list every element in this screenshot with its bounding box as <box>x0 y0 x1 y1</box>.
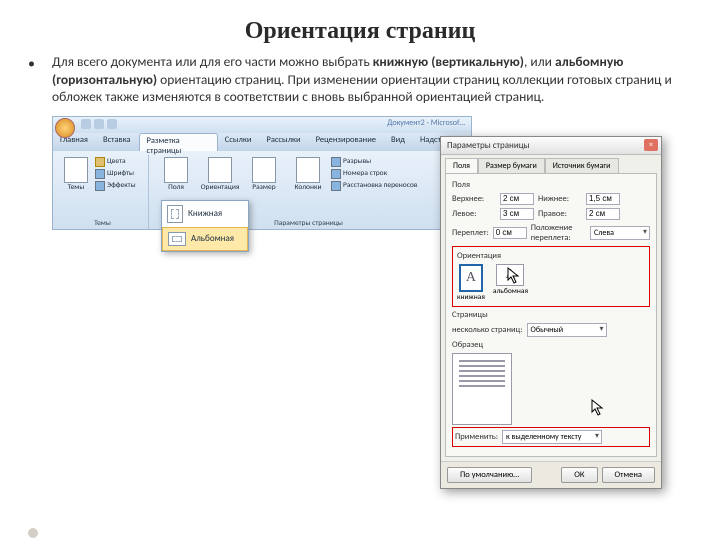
gutter-label: Переплет: <box>452 228 489 238</box>
right-input[interactable] <box>586 208 620 220</box>
dropdown-item-label: Книжная <box>188 208 222 219</box>
tab-references[interactable]: Ссылки <box>218 133 260 151</box>
embedded-screenshot: Документ2 - Microsof… Главная Вставка Ра… <box>52 116 662 456</box>
gutter-pos-select[interactable]: Слева <box>590 226 650 240</box>
dialog-tab-margins[interactable]: Поля <box>445 158 478 173</box>
top-input[interactable] <box>500 193 534 205</box>
tab-mailings[interactable]: Рассылки <box>259 133 308 151</box>
preview-title: Образец <box>452 340 650 350</box>
left-input[interactable] <box>500 208 534 220</box>
margins-label: Поля <box>168 184 184 192</box>
effects-button[interactable]: Эффекты <box>95 181 136 191</box>
size-icon <box>252 157 276 183</box>
gutter-pos-label: Положение переплета: <box>531 223 586 243</box>
word-ribbon: Документ2 - Microsof… Главная Вставка Ра… <box>52 116 472 230</box>
window-title-bar: Документ2 - Microsof… <box>53 117 471 133</box>
orientation-portrait-option[interactable]: A книжная <box>457 264 485 302</box>
margins-section-title: Поля <box>452 180 650 190</box>
margins-icon <box>164 157 188 183</box>
quick-access-toolbar[interactable] <box>81 119 117 129</box>
office-button[interactable] <box>55 118 75 138</box>
orientation-section: Ориентация A книжная A альбомная <box>452 246 650 307</box>
dialog-title-bar: Параметры страницы × <box>441 137 661 155</box>
hyphenation-button[interactable]: Расстановка переносов <box>331 181 417 191</box>
apply-to-label: Применить: <box>455 432 498 442</box>
dialog-tabs: Поля Размер бумаги Источник бумаги <box>441 155 661 173</box>
multi-pages-label: несколько страниц: <box>452 325 523 335</box>
orientation-icon <box>208 157 232 183</box>
orientation-button[interactable]: Ориентация <box>199 157 241 193</box>
right-label: Правое: <box>538 209 582 219</box>
default-button[interactable]: По умолчанию… <box>447 467 532 483</box>
bullet-icon: • <box>28 55 35 73</box>
ok-button[interactable]: ОК <box>561 467 597 483</box>
group-themes: Темы Цвета Шрифты Эффекты Темы <box>57 155 149 229</box>
themes-button[interactable]: Темы <box>61 157 91 193</box>
line-numbers-button[interactable]: Номера строк <box>331 169 417 179</box>
cursor-icon <box>591 399 605 417</box>
close-button[interactable]: × <box>644 139 658 151</box>
orientation-title: Ориентация <box>457 251 645 261</box>
slide-title: Ориентация страниц <box>0 18 720 45</box>
top-label: Верхнее: <box>452 194 496 204</box>
dialog-body: Поля Верхнее: Нижнее: Левое: Правое: Пер… <box>445 173 657 457</box>
pages-title: Страницы <box>452 310 650 320</box>
cursor-icon <box>507 267 521 285</box>
breaks-button[interactable]: Разрывы <box>331 157 417 167</box>
bottom-label: Нижнее: <box>538 194 582 204</box>
portrait-icon: A <box>459 264 483 292</box>
themes-icon <box>64 157 88 183</box>
document-title: Документ2 - Microsof… <box>387 118 465 128</box>
dialog-title: Параметры страницы <box>447 140 530 151</box>
size-label: Размер <box>252 184 275 192</box>
dialog-tab-paper[interactable]: Размер бумаги <box>478 158 545 173</box>
tab-page-layout[interactable]: Разметка страницы <box>139 133 218 151</box>
apply-to-row: Применить: к выделенному тексту <box>452 427 650 447</box>
dialog-tab-layout[interactable]: Источник бумаги <box>545 158 619 173</box>
portrait-page-icon <box>167 205 183 223</box>
dropdown-landscape[interactable]: Альбомная <box>162 227 248 251</box>
tab-view[interactable]: Вид <box>384 133 413 151</box>
tab-review[interactable]: Рецензирование <box>309 133 384 151</box>
text-run: Для всего документа или для его части мо… <box>52 53 373 70</box>
text-run: , или <box>524 53 555 70</box>
slide-footer-mark <box>28 528 38 538</box>
themes-label: Темы <box>68 184 85 192</box>
apply-to-select[interactable]: к выделенному тексту <box>502 430 602 444</box>
portrait-label: книжная <box>457 293 485 302</box>
dropdown-portrait[interactable]: Книжная <box>162 201 248 227</box>
preview-box <box>452 353 512 425</box>
columns-button[interactable]: Колонки <box>287 157 329 193</box>
body-paragraph: • Для всего документа или для его части … <box>0 53 720 106</box>
text-bold: книжную (вертикальную) <box>373 53 524 70</box>
tab-insert[interactable]: Вставка <box>96 133 139 151</box>
margins-button[interactable]: Поля <box>155 157 197 193</box>
multi-pages-select[interactable]: Обычный <box>527 323 607 337</box>
dropdown-item-label: Альбомная <box>191 233 234 244</box>
ribbon-body: Темы Цвета Шрифты Эффекты Темы Поля Орие… <box>53 151 471 229</box>
ribbon-tabs: Главная Вставка Разметка страницы Ссылки… <box>53 133 471 151</box>
orientation-dropdown: Книжная Альбомная <box>161 200 249 252</box>
colors-button[interactable]: Цвета <box>95 157 136 167</box>
gutter-input[interactable] <box>493 227 527 239</box>
landscape-page-icon <box>168 232 186 246</box>
size-button[interactable]: Размер <box>243 157 285 193</box>
fonts-button[interactable]: Шрифты <box>95 169 136 179</box>
landscape-label: альбомная <box>493 287 528 296</box>
columns-label: Колонки <box>294 184 321 192</box>
columns-icon <box>296 157 320 183</box>
page-setup-dialog: Параметры страницы × Поля Размер бумаги … <box>440 136 662 489</box>
cancel-button[interactable]: Отмена <box>602 467 655 483</box>
dialog-footer: По умолчанию… ОК Отмена <box>441 461 661 488</box>
group-label: Темы <box>57 219 148 228</box>
orientation-label: Ориентация <box>201 184 240 192</box>
left-label: Левое: <box>452 209 496 219</box>
bottom-input[interactable] <box>586 193 620 205</box>
